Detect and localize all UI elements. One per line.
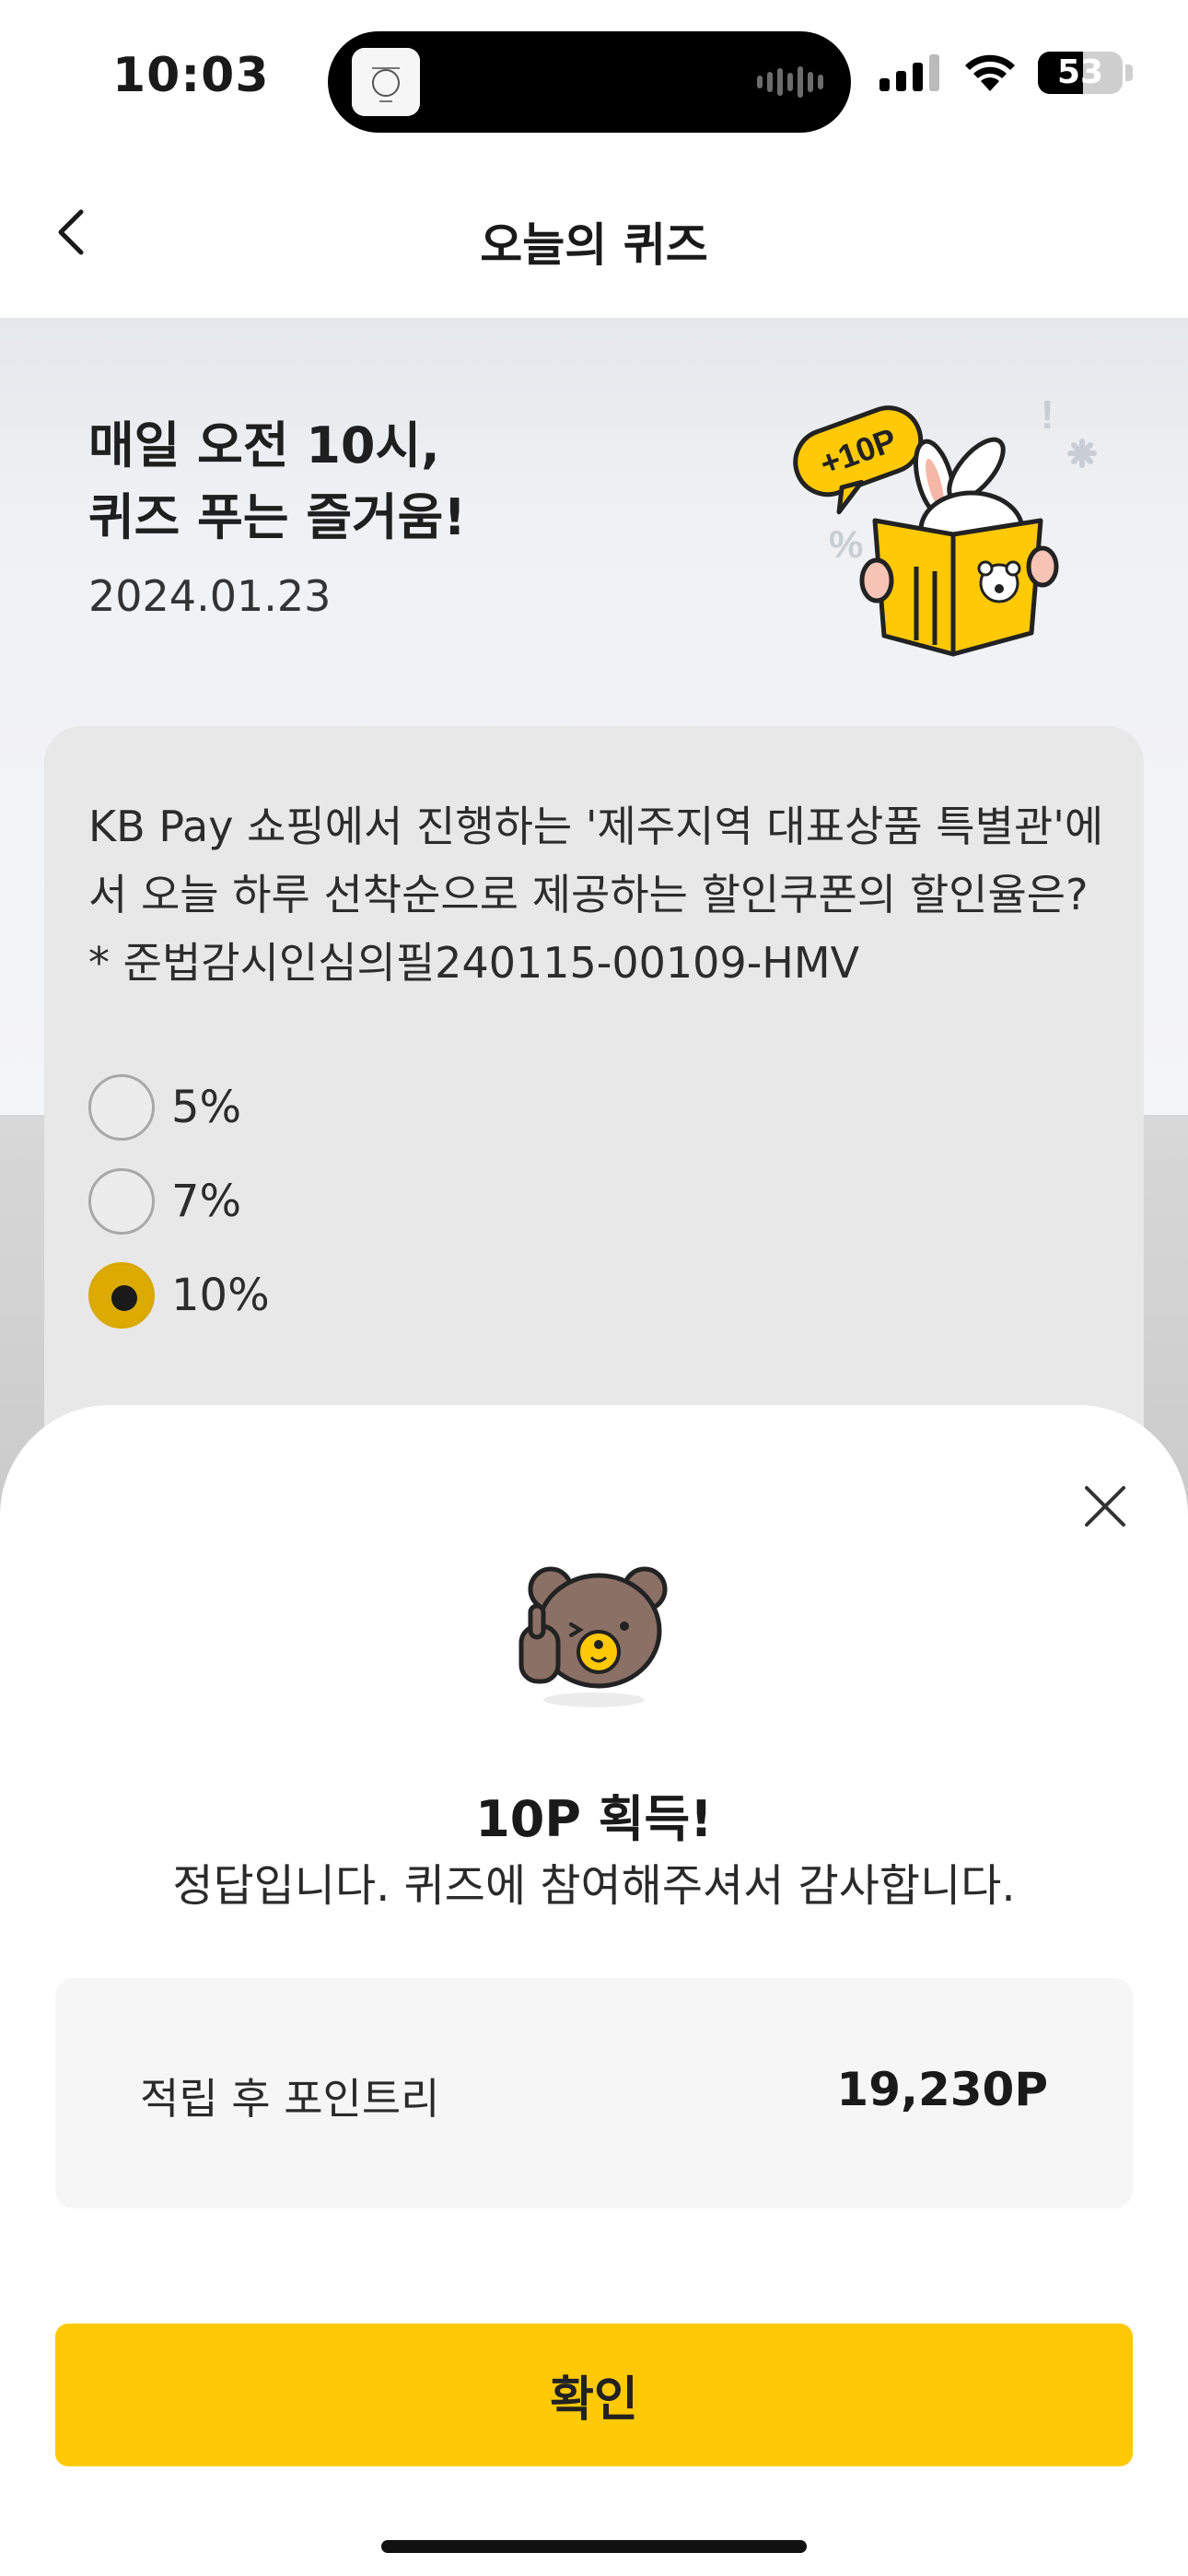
close-icon xyxy=(1085,1486,1125,1527)
quiz-question: KB Pay 쇼핑에서 진행하는 '제주지역 대표상품 특별관'에서 오늘 하루… xyxy=(88,802,1104,988)
option-label: 10% xyxy=(171,1270,270,1321)
points-summary: 적립 후 포인트리 19,230P xyxy=(55,1978,1133,2208)
close-button[interactable] xyxy=(1077,1479,1133,1534)
battery-icon: 53 xyxy=(1038,52,1123,94)
status-bar: 10:03 53 xyxy=(0,0,1188,157)
quiz-option-1[interactable]: 5% xyxy=(88,1074,241,1141)
radio-button[interactable] xyxy=(88,1168,155,1235)
result-bottom-sheet: 10P 획득! 정답입니다. 퀴즈에 참여해주셔서 감사합니다. 적립 후 포인… xyxy=(0,1405,1188,2576)
rabbit-reading-book-illustration: +10P ! % xyxy=(793,392,1097,657)
radio-button[interactable] xyxy=(88,1074,155,1141)
reward-description: 정답입니다. 퀴즈에 참여해주셔서 감사합니다. xyxy=(172,1860,1016,1912)
live-activity-app-icon xyxy=(352,48,420,116)
nav-header: 오늘의 퀴즈 xyxy=(0,157,1188,318)
quiz-option-2[interactable]: 7% xyxy=(88,1168,241,1235)
signal-icon xyxy=(879,54,939,91)
status-icons: 53 xyxy=(879,52,1133,94)
quiz-option-3[interactable]: 10% xyxy=(88,1262,270,1329)
status-time: 10:03 xyxy=(112,48,270,103)
option-label: 5% xyxy=(171,1082,242,1133)
quiz-card: KB Pay 쇼핑에서 진행하는 '제주지역 대표상품 특별관'에서 오늘 하루… xyxy=(44,726,1144,1481)
svg-text:%: % xyxy=(829,522,863,566)
battery-level: 53 xyxy=(1056,53,1104,91)
quiz-date: 2024.01.23 xyxy=(88,571,332,621)
audio-wave-icon xyxy=(757,66,823,98)
confirm-button[interactable]: 확인 xyxy=(55,2324,1133,2466)
svg-text:!: ! xyxy=(1041,392,1054,438)
wifi-icon xyxy=(965,54,1015,91)
points-value: 19,230P xyxy=(836,2063,1048,2116)
hero-title: 매일 오전 10시, 퀴즈 푸는 즐거움! xyxy=(88,416,466,546)
points-label: 적립 후 포인트리 xyxy=(140,2074,440,2124)
reward-title: 10P 획득! xyxy=(475,1790,713,1848)
home-indicator[interactable] xyxy=(381,2540,807,2553)
bear-thumbs-up-illustration xyxy=(518,1566,668,1707)
battery-tip xyxy=(1125,64,1133,81)
page-title: 오늘의 퀴즈 xyxy=(480,218,708,272)
option-label: 7% xyxy=(171,1176,242,1227)
radio-button-selected[interactable] xyxy=(88,1262,155,1329)
dynamic-island xyxy=(328,31,851,133)
